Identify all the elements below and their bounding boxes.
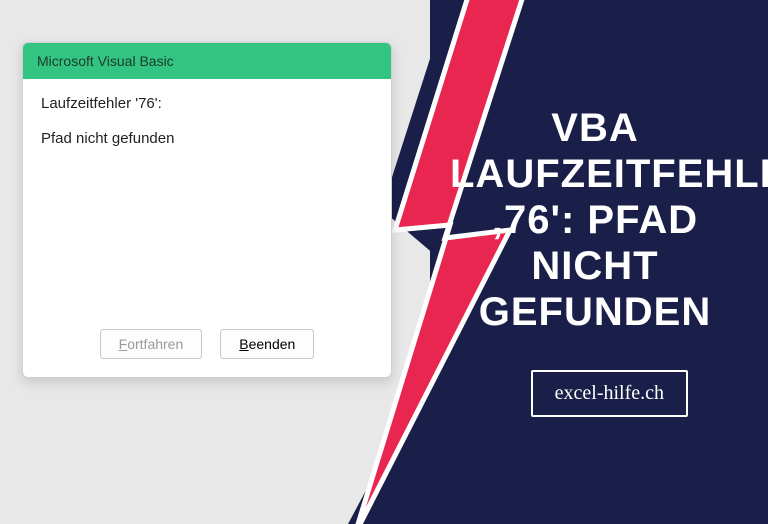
error-title: Laufzeitfehler '76': bbox=[41, 95, 373, 112]
end-button[interactable]: Beenden bbox=[220, 329, 314, 359]
error-message: Pfad nicht gefunden bbox=[41, 130, 373, 147]
error-dialog: Microsoft Visual Basic Laufzeitfehler '7… bbox=[22, 42, 392, 378]
continue-button: Fortfahren bbox=[100, 329, 203, 359]
dialog-titlebar[interactable]: Microsoft Visual Basic bbox=[23, 43, 391, 79]
dialog-body: Laufzeitfehler '76': Pfad nicht gefunden bbox=[23, 79, 391, 319]
site-badge: excel-hilfe.ch bbox=[531, 370, 688, 417]
promo-headline: VBA Laufzeitfehler ‚76': Pfad nicht gefu… bbox=[450, 105, 740, 335]
dialog-button-row: Fortfahren Beenden bbox=[23, 319, 391, 377]
dialog-title: Microsoft Visual Basic bbox=[37, 53, 174, 69]
